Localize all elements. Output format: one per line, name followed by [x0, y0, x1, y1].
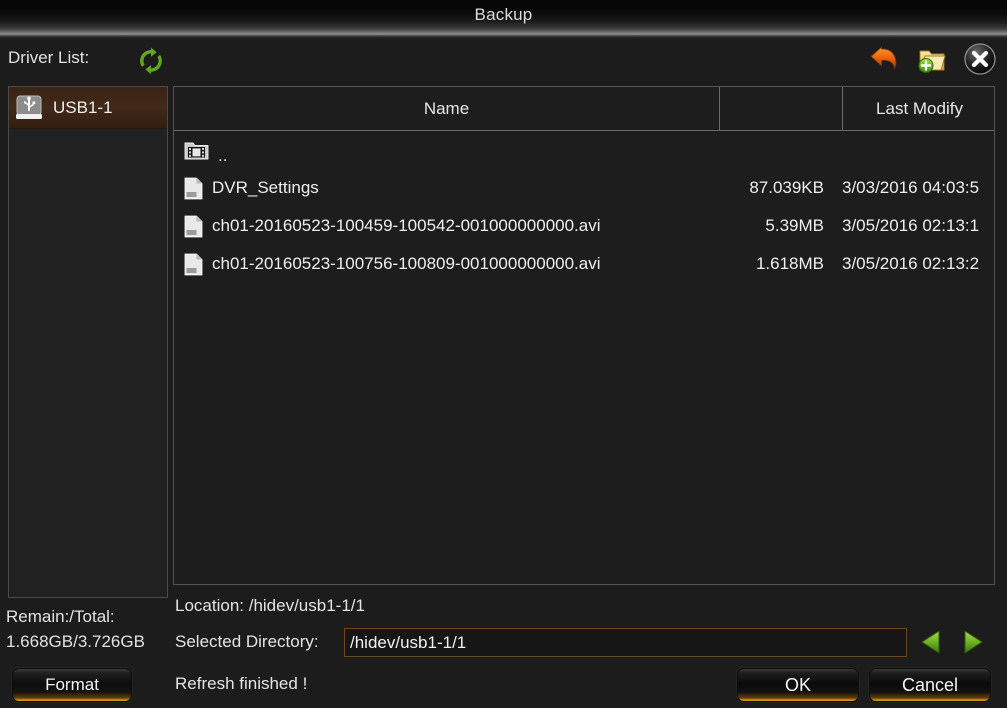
- refresh-icon[interactable]: [136, 46, 166, 76]
- file-name-text: ch01-20160523-100459-100542-001000000000…: [212, 216, 601, 235]
- undo-arrow-icon[interactable]: [867, 42, 901, 76]
- ok-button[interactable]: OK: [737, 668, 859, 702]
- selected-directory-input[interactable]: [344, 628, 907, 657]
- close-icon[interactable]: [963, 42, 997, 76]
- arrow-right-icon[interactable]: [960, 628, 986, 656]
- file-date-cell: 3/05/2016 02:13:2: [842, 254, 980, 273]
- driver-list-label: Driver List:: [8, 48, 90, 67]
- document-icon: [184, 177, 203, 199]
- file-date-cell: 3/03/2016 04:03:5: [842, 178, 980, 197]
- parent-directory-icon: [184, 142, 209, 160]
- file-name-cell: ch01-20160523-100756-100809-001000000000…: [184, 245, 601, 283]
- document-icon: [184, 215, 203, 237]
- column-header-last-modify[interactable]: Last Modify: [842, 87, 994, 130]
- arrow-left-icon[interactable]: [918, 628, 944, 656]
- remain-total-value: 1.668GB/3.726GB: [6, 632, 145, 651]
- remain-total-label: Remain:/Total:: [6, 607, 115, 626]
- file-name-text: DVR_Settings: [212, 178, 319, 197]
- driver-list-panel: USB1-1: [8, 86, 168, 598]
- column-header-name[interactable]: Name: [174, 87, 719, 130]
- file-date-cell: [842, 131, 994, 169]
- document-icon: [184, 253, 203, 275]
- storage-info: Remain:/Total: 1.668GB/3.726GB: [6, 605, 174, 655]
- file-size-cell: 87.039KB: [749, 178, 824, 197]
- file-size-cell: [719, 131, 824, 169]
- file-name-cell: ch01-20160523-100459-100542-001000000000…: [184, 207, 601, 245]
- file-size-cell: 5.39MB: [765, 216, 824, 235]
- file-name-text: ..: [218, 145, 228, 165]
- location-text: Location: /hidev/usb1-1/1: [175, 596, 365, 615]
- file-name-cell: ..: [184, 131, 227, 169]
- file-list-header: Name Last Modify: [174, 87, 994, 131]
- table-row[interactable]: ..: [174, 131, 994, 169]
- usb-drive-icon: [16, 95, 42, 119]
- backup-dialog: Backup Driver List: USB1-1 Remain:/Total…: [0, 0, 1007, 708]
- selected-directory-label: Selected Directory:: [175, 632, 319, 651]
- format-button[interactable]: Format: [12, 668, 132, 702]
- file-name-cell: DVR_Settings: [184, 169, 319, 207]
- file-list-rows: .. DVR_Settings 87.039KB 3/03/2016 04:03…: [174, 131, 994, 283]
- driver-item-label: USB1-1: [53, 97, 113, 117]
- file-list-panel: Name Last Modify .. DVR_Settings 87.039K…: [173, 86, 995, 585]
- table-row[interactable]: ch01-20160523-100459-100542-001000000000…: [174, 207, 994, 245]
- file-size-cell: 1.618MB: [755, 254, 824, 273]
- file-name-text: ch01-20160523-100756-100809-001000000000…: [212, 254, 601, 273]
- table-row[interactable]: DVR_Settings 87.039KB 3/03/2016 04:03:5: [174, 169, 994, 207]
- file-date-cell: 3/05/2016 02:13:1: [842, 216, 980, 235]
- status-message: Refresh finished !: [175, 674, 308, 693]
- driver-item-usb1-1[interactable]: USB1-1: [9, 87, 167, 129]
- title-bar: Backup: [0, 0, 1007, 34]
- column-header-size[interactable]: [719, 87, 842, 130]
- table-row[interactable]: ch01-20160523-100756-100809-001000000000…: [174, 245, 994, 283]
- window-title: Backup: [474, 5, 533, 24]
- toolbar-icon-group: [867, 42, 997, 76]
- cancel-button[interactable]: Cancel: [869, 668, 991, 702]
- new-folder-icon[interactable]: [915, 42, 949, 76]
